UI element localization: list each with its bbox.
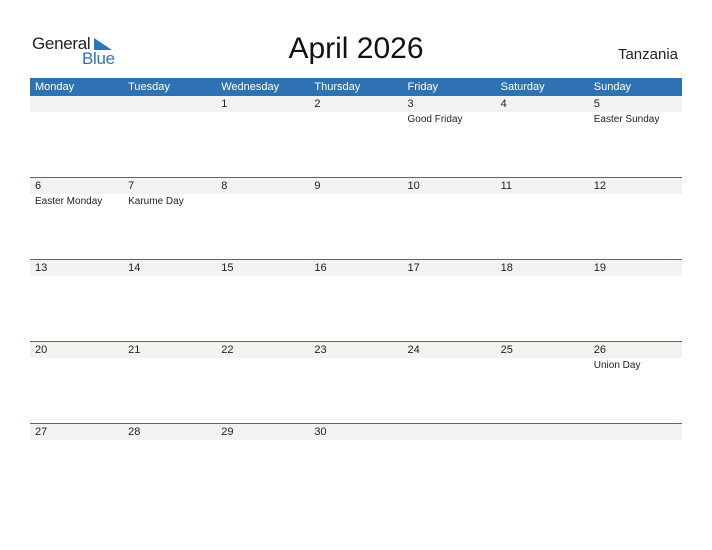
day-cell: 19 bbox=[589, 260, 682, 277]
day-number: 19 bbox=[593, 262, 606, 274]
day-cell: 23 bbox=[309, 342, 402, 373]
day-number: 20 bbox=[35, 344, 48, 356]
week-cells: 27 28 29 30 bbox=[30, 424, 682, 441]
day-cell: 7 Karume Day bbox=[123, 178, 216, 209]
week-row: 27 28 29 30 bbox=[30, 423, 682, 505]
day-number: 14 bbox=[128, 262, 141, 274]
holiday-label: Union Day bbox=[593, 360, 641, 371]
day-number: 11 bbox=[500, 180, 513, 192]
weekday-monday: Monday bbox=[35, 81, 75, 93]
calendar-grid: Monday Tuesday Wednesday Thursday Friday… bbox=[30, 78, 682, 505]
day-cell: 9 bbox=[309, 178, 402, 209]
holiday-label: Karume Day bbox=[128, 196, 184, 207]
day-cell: 21 bbox=[123, 342, 216, 373]
day-cell: 29 bbox=[216, 424, 309, 441]
week-cells: 6 Easter Monday 7 Karume Day 8 9 10 11 12 bbox=[30, 178, 682, 209]
day-number: 25 bbox=[500, 344, 513, 356]
day-number: 8 bbox=[221, 180, 228, 192]
day-number bbox=[408, 424, 496, 440]
day-number: 2 bbox=[314, 98, 321, 110]
weekday-thursday: Thursday bbox=[314, 81, 361, 93]
day-number: 28 bbox=[128, 426, 141, 438]
day-number: 3 bbox=[407, 98, 414, 110]
day-cell: 6 Easter Monday bbox=[30, 178, 123, 209]
day-cell: 15 bbox=[216, 260, 309, 277]
day-number: 13 bbox=[35, 262, 48, 274]
day-number: 29 bbox=[221, 426, 234, 438]
day-number: 1 bbox=[221, 98, 228, 110]
day-cell bbox=[30, 96, 123, 127]
day-number: 9 bbox=[314, 180, 321, 192]
day-cell: 16 bbox=[309, 260, 402, 277]
day-number: 7 bbox=[128, 180, 135, 192]
day-number bbox=[501, 424, 589, 440]
day-number: 26 bbox=[593, 344, 606, 356]
day-number: 10 bbox=[407, 180, 420, 192]
day-cell: 17 bbox=[403, 260, 496, 277]
day-number: 4 bbox=[500, 98, 507, 110]
day-cell: 10 bbox=[403, 178, 496, 209]
day-number: 24 bbox=[407, 344, 420, 356]
calendar-title: April 2026 bbox=[288, 32, 424, 65]
day-number: 21 bbox=[128, 344, 141, 356]
weekday-friday: Friday bbox=[407, 81, 439, 93]
day-cell: 13 bbox=[30, 260, 123, 277]
day-number: 23 bbox=[314, 344, 327, 356]
day-cell: 30 bbox=[309, 424, 402, 441]
week-cells: 20 21 22 23 24 25 26 Union Day bbox=[30, 342, 682, 373]
country-label: Tanzania bbox=[617, 46, 678, 63]
day-cell: 3 Good Friday bbox=[403, 96, 496, 127]
day-cell bbox=[123, 96, 216, 127]
holiday-label: Good Friday bbox=[407, 114, 463, 125]
holiday-label: Easter Monday bbox=[35, 196, 103, 207]
day-cell: 1 bbox=[216, 96, 309, 127]
day-cell: 22 bbox=[216, 342, 309, 373]
day-cell: 20 bbox=[30, 342, 123, 373]
day-cell bbox=[496, 424, 589, 441]
day-cell: 4 bbox=[496, 96, 589, 127]
week-row: 1 2 3 Good Friday 4 5 Easter Sunday bbox=[30, 96, 682, 177]
weekday-sunday: Sunday bbox=[593, 81, 632, 93]
week-row: 6 Easter Monday 7 Karume Day 8 9 10 11 12 bbox=[30, 177, 682, 259]
day-cell: 14 bbox=[123, 260, 216, 277]
weekday-wednesday: Wednesday bbox=[221, 81, 280, 93]
day-number bbox=[35, 96, 123, 112]
day-cell: 28 bbox=[123, 424, 216, 441]
day-cell: 24 bbox=[403, 342, 496, 373]
weekday-header: Monday Tuesday Wednesday Thursday Friday… bbox=[30, 78, 682, 96]
day-number: 17 bbox=[407, 262, 420, 274]
day-cell: 18 bbox=[496, 260, 589, 277]
week-cells: 1 2 3 Good Friday 4 5 Easter Sunday bbox=[30, 96, 682, 127]
week-row: 20 21 22 23 24 25 26 Union Day bbox=[30, 341, 682, 423]
day-number bbox=[594, 424, 682, 440]
day-number: 5 bbox=[593, 98, 600, 110]
day-cell: 5 Easter Sunday bbox=[589, 96, 682, 127]
day-number: 30 bbox=[314, 426, 327, 438]
day-number: 6 bbox=[35, 180, 42, 192]
holiday-label: Easter Sunday bbox=[593, 114, 660, 125]
week-row: 13 14 15 16 17 18 19 bbox=[30, 259, 682, 341]
day-number: 27 bbox=[35, 426, 48, 438]
day-number: 12 bbox=[593, 180, 606, 192]
day-number: 15 bbox=[221, 262, 234, 274]
day-number bbox=[128, 96, 216, 112]
weekday-saturday: Saturday bbox=[500, 81, 545, 93]
week-cells: 13 14 15 16 17 18 19 bbox=[30, 260, 682, 277]
day-cell: 12 bbox=[589, 178, 682, 209]
weekday-tuesday: Tuesday bbox=[128, 81, 170, 93]
day-cell: 2 bbox=[309, 96, 402, 127]
day-cell: 25 bbox=[496, 342, 589, 373]
day-number: 22 bbox=[221, 344, 234, 356]
day-cell bbox=[403, 424, 496, 441]
day-number: 16 bbox=[314, 262, 327, 274]
day-cell: 27 bbox=[30, 424, 123, 441]
day-cell bbox=[589, 424, 682, 441]
day-number: 18 bbox=[500, 262, 513, 274]
day-cell: 11 bbox=[496, 178, 589, 209]
day-cell: 26 Union Day bbox=[589, 342, 682, 373]
day-cell: 8 bbox=[216, 178, 309, 209]
